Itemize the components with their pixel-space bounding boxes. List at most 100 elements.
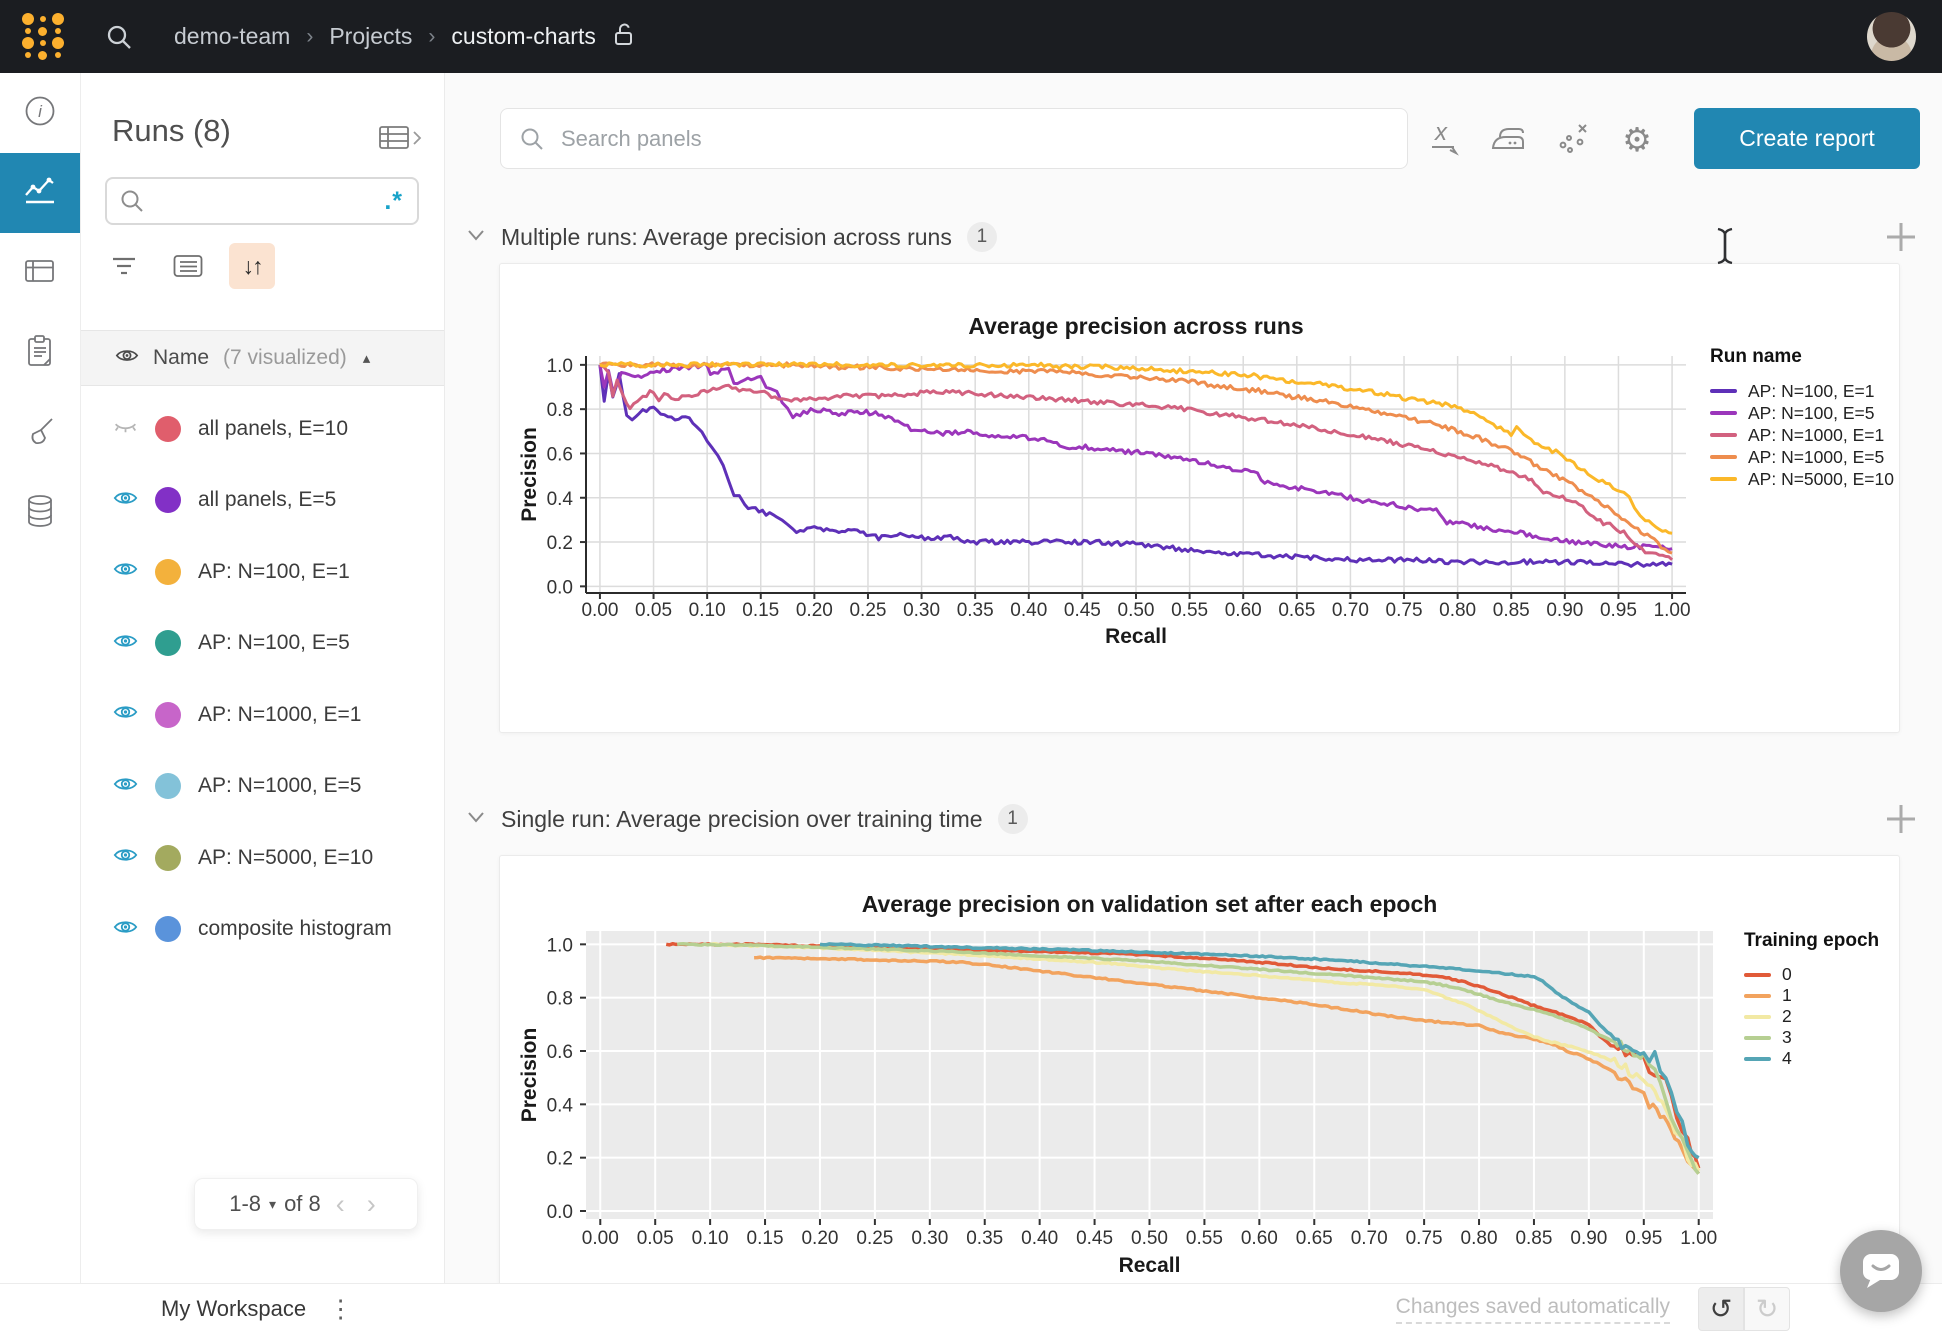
- section-header-single-run[interactable]: Single run: Average precision over train…: [466, 799, 1028, 839]
- eye-open-icon[interactable]: [113, 846, 138, 869]
- smoothing-iron-icon[interactable]: [1488, 117, 1530, 161]
- svg-text:1.0: 1.0: [547, 356, 573, 377]
- chevron-down-icon[interactable]: [466, 810, 486, 829]
- rail-item-reports[interactable]: [0, 313, 80, 393]
- svg-text:0.40: 0.40: [1021, 1228, 1058, 1249]
- rail-item-artifacts[interactable]: [0, 473, 80, 553]
- rail-item-tables[interactable]: [0, 233, 80, 313]
- run-color-dot: [155, 916, 181, 942]
- page-range[interactable]: 1-8: [229, 1191, 261, 1217]
- runs-sidebar: Runs (8) .* ↓↑: [81, 73, 445, 1334]
- svg-text:0.95: 0.95: [1625, 1228, 1662, 1249]
- filter-runs-button[interactable]: [101, 243, 147, 289]
- eye-open-icon[interactable]: [113, 918, 138, 941]
- run-search-input[interactable]: [153, 189, 384, 214]
- run-name[interactable]: AP: N=100, E=5: [198, 631, 350, 655]
- x-axis-settings-icon[interactable]: x: [1424, 117, 1466, 161]
- run-name[interactable]: AP: N=5000, E=10: [198, 846, 373, 870]
- prev-page-button[interactable]: ‹: [329, 1191, 352, 1218]
- svg-text:0.40: 0.40: [1010, 600, 1047, 621]
- run-name[interactable]: all panels, E=5: [198, 488, 336, 512]
- add-panel-button[interactable]: [1882, 218, 1920, 256]
- run-row[interactable]: AP: N=1000, E=1: [81, 679, 444, 751]
- eye-open-icon[interactable]: [113, 560, 138, 583]
- group-runs-button[interactable]: [165, 243, 211, 289]
- user-avatar[interactable]: [1867, 12, 1916, 61]
- regex-toggle[interactable]: .*: [384, 187, 403, 216]
- svg-text:0.6: 0.6: [547, 444, 573, 465]
- legend-title: Run name: [1710, 346, 1900, 368]
- run-name[interactable]: composite histogram: [198, 917, 392, 941]
- eye-open-icon[interactable]: [113, 775, 138, 798]
- workspace-selector[interactable]: My Workspace: [161, 1296, 306, 1322]
- run-row[interactable]: AP: N=100, E=5: [81, 608, 444, 680]
- create-report-button[interactable]: Create report: [1694, 108, 1920, 169]
- svg-text:0.45: 0.45: [1064, 600, 1101, 621]
- section-title: Single run: Average precision over train…: [501, 806, 983, 833]
- visualized-count: (7 visualized): [223, 346, 347, 370]
- svg-text:0.2: 0.2: [547, 1149, 573, 1170]
- run-name[interactable]: AP: N=100, E=1: [198, 560, 350, 584]
- line-chart-icon: [23, 174, 57, 213]
- run-row[interactable]: AP: N=5000, E=10: [81, 822, 444, 894]
- run-name[interactable]: all panels, E=10: [198, 417, 348, 441]
- page-total: of 8: [284, 1191, 321, 1217]
- panel-search-input[interactable]: [559, 125, 1407, 153]
- chart-panel-average-precision-across-runs[interactable]: 0.000.050.100.150.200.250.300.350.400.45…: [499, 263, 1900, 733]
- run-row[interactable]: all panels, E=10: [81, 393, 444, 465]
- redo-button[interactable]: ↻: [1744, 1287, 1790, 1331]
- legend-entry: AP: N=1000, E=1: [1710, 424, 1900, 446]
- search-icon[interactable]: [104, 22, 134, 52]
- breadcrumb-team[interactable]: demo-team: [174, 23, 290, 50]
- eye-open-icon[interactable]: [113, 703, 138, 726]
- svg-text:0.35: 0.35: [957, 600, 994, 621]
- breadcrumb-separator: ›: [428, 25, 435, 49]
- svg-text:0.75: 0.75: [1386, 600, 1423, 621]
- breadcrumb-project-name[interactable]: custom-charts: [451, 23, 595, 50]
- svg-text:0.60: 0.60: [1225, 600, 1262, 621]
- svg-text:0.50: 0.50: [1131, 1228, 1168, 1249]
- page-size-caret-icon[interactable]: ▾: [269, 1196, 276, 1213]
- run-row[interactable]: AP: N=1000, E=5: [81, 751, 444, 823]
- run-list-controls: ↓↑: [101, 243, 275, 289]
- svg-text:Recall: Recall: [1105, 625, 1167, 648]
- svg-text:0.15: 0.15: [742, 600, 779, 621]
- settings-gear-icon[interactable]: ⚙: [1616, 117, 1658, 161]
- run-name[interactable]: AP: N=1000, E=5: [198, 774, 361, 798]
- run-row[interactable]: all panels, E=5: [81, 465, 444, 537]
- chevron-down-icon[interactable]: [466, 228, 486, 247]
- eye-closed-icon[interactable]: [113, 417, 138, 440]
- runs-name-header[interactable]: Name (7 visualized) ▴: [81, 330, 444, 386]
- legend-label: AP: N=1000, E=5: [1748, 447, 1884, 468]
- help-chat-button[interactable]: [1840, 1230, 1922, 1312]
- rail-item-charts[interactable]: [0, 153, 80, 233]
- legend-title: Training epoch: [1744, 930, 1934, 952]
- run-row[interactable]: composite histogram: [81, 894, 444, 966]
- wandb-logo[interactable]: [20, 13, 66, 61]
- kebab-menu-icon[interactable]: ⋮: [328, 1297, 353, 1322]
- eye-open-icon[interactable]: [113, 632, 138, 655]
- undo-button[interactable]: ↺: [1698, 1287, 1744, 1331]
- runs-list: all panels, E=10 all panels, E=5 AP: N=100…: [81, 393, 444, 965]
- svg-text:0.45: 0.45: [1076, 1228, 1113, 1249]
- run-color-dot: [155, 845, 181, 871]
- run-name[interactable]: AP: N=1000, E=1: [198, 703, 361, 727]
- section-header-multiple-runs[interactable]: Multiple runs: Average precision across …: [466, 217, 997, 257]
- sort-runs-button[interactable]: ↓↑: [229, 243, 275, 289]
- chart-panel-average-precision-per-epoch[interactable]: 0.000.050.100.150.200.250.300.350.400.45…: [499, 855, 1900, 1334]
- svg-text:0.95: 0.95: [1600, 600, 1637, 621]
- runs-table-expand-button[interactable]: [378, 123, 422, 153]
- run-row[interactable]: AP: N=100, E=1: [81, 536, 444, 608]
- svg-text:0.10: 0.10: [692, 1228, 729, 1249]
- next-page-button[interactable]: ›: [360, 1191, 383, 1218]
- eye-open-icon[interactable]: [113, 489, 138, 512]
- rail-item-overview[interactable]: i: [0, 73, 80, 153]
- autosave-status[interactable]: Changes saved automatically: [1396, 1295, 1670, 1324]
- sort-icon: ↓↑: [243, 253, 262, 280]
- outliers-scatter-icon[interactable]: [1552, 117, 1594, 161]
- rail-item-sweeps[interactable]: [0, 393, 80, 473]
- breadcrumb-projects[interactable]: Projects: [329, 23, 412, 50]
- svg-text:Precision: Precision: [518, 427, 541, 522]
- add-panel-button[interactable]: [1882, 800, 1920, 838]
- eye-icon: [115, 347, 139, 369]
